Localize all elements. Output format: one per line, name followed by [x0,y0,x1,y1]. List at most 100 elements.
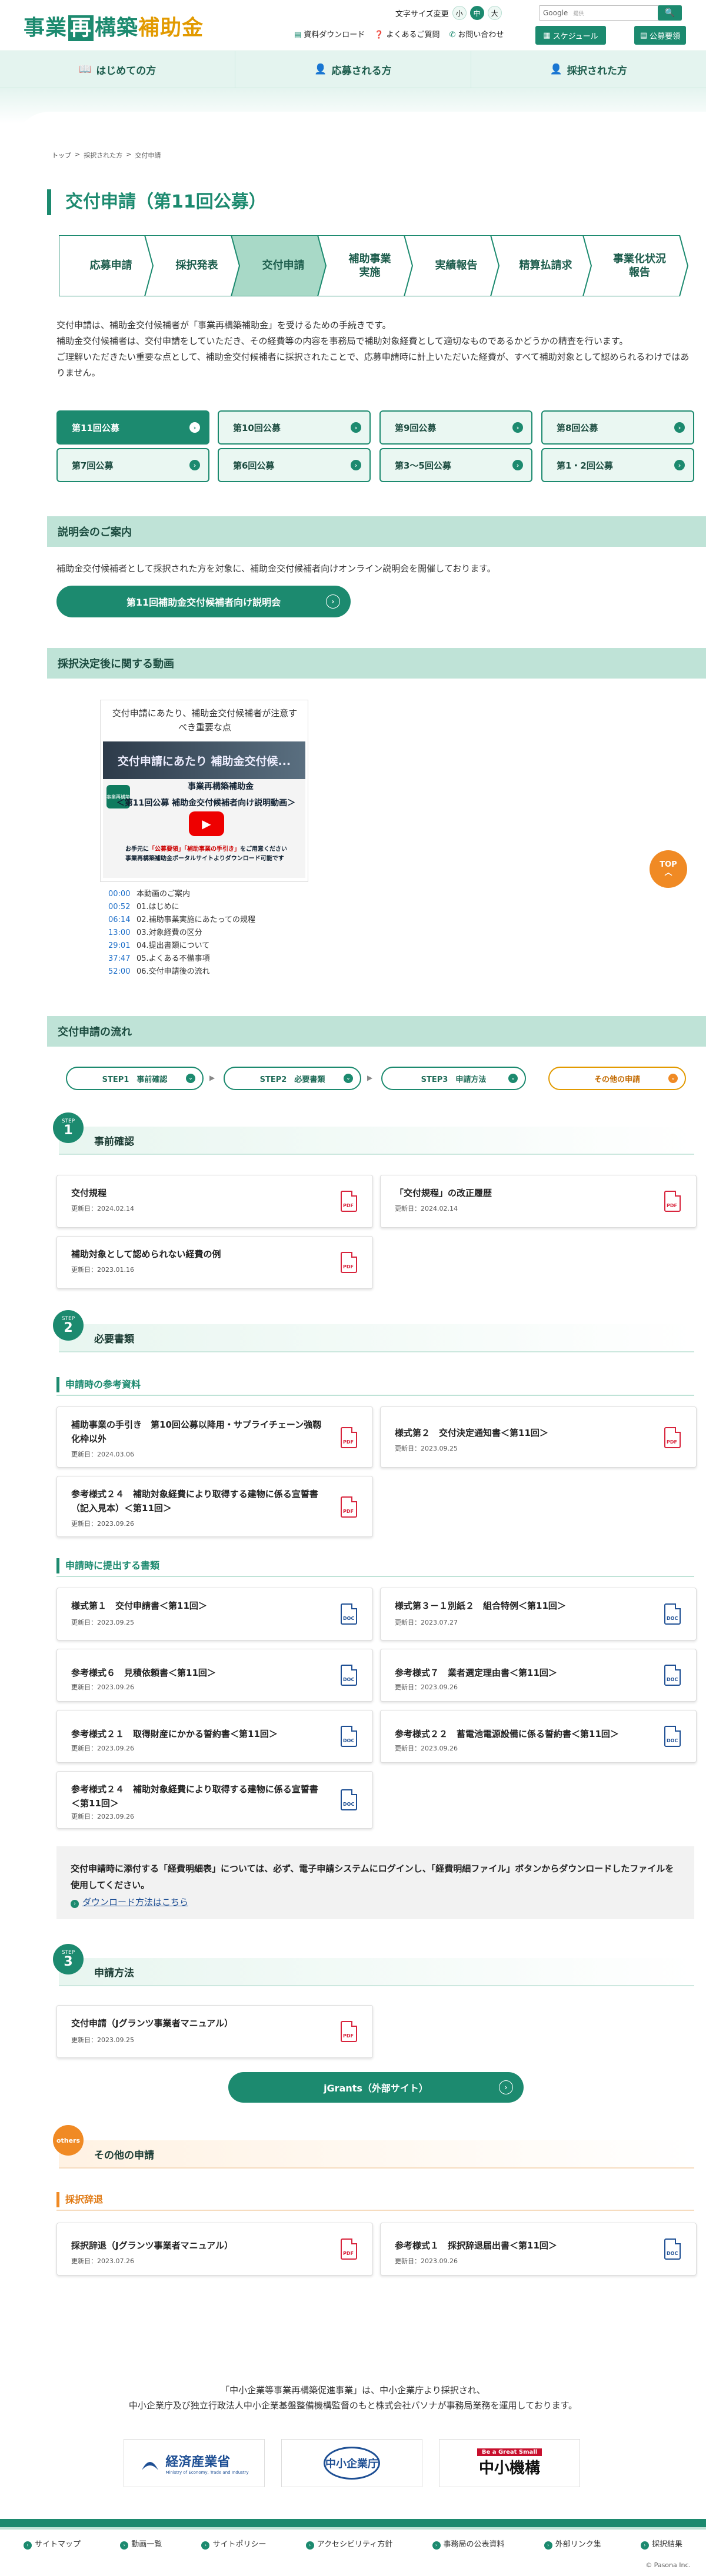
step-application[interactable]: 応募申請 [59,235,155,296]
doc-card-form3-1[interactable]: 様式第３－１別紙２ 組合特例＜第11回＞ 更新日：2023.07.27 DOC [380,1588,697,1641]
doc-date: 更新日：2024.03.06 [71,1451,134,1458]
chapter-timestamp[interactable]: 13:00 [108,927,136,940]
chapter-timestamp[interactable]: 00:52 [108,901,136,914]
schedule-button[interactable]: ▦ スケジュール [535,26,606,45]
tab-round-11[interactable]: 第11回公募 › [56,410,209,445]
smrj-tagline: Be a Great Small [477,2448,542,2456]
search-button[interactable]: 🔍 [658,5,682,21]
chevron-right-icon: › [351,422,361,433]
doc-title: 参考様式２４ 補助対象経費により取得する建物に係る宣誓書（記入見本）＜第11回＞ [71,1489,318,1513]
chapter-timestamp[interactable]: 06:14 [108,914,136,927]
footer-link-policy[interactable]: › サイトポリシー [201,2538,266,2550]
step-grant-application[interactable]: 交付申請 [231,235,328,296]
doc-card-form24-sample[interactable]: 参考様式２４ 補助対象経費により取得する建物に係る宣誓書（記入見本）＜第11回＞… [56,1476,373,1537]
video-thumbnail-top: 交付申請にあたり 補助金交付候... [103,741,305,779]
back-to-top-button[interactable]: TOP ︿ [650,850,687,888]
doc-card-guide[interactable]: 補助事業の手引き 第10回公募以降用・サプライチェーン強靱化枠以外 更新日：202… [56,1406,373,1468]
doc-card-ineligible-examples[interactable]: 補助対象として認められない経費の例 更新日：2023.01.16 PDF [56,1236,373,1289]
footer-link-videos[interactable]: › 動画一覧 [120,2538,162,2550]
video-player[interactable]: 交付申請にあたり 補助金交付候... 事業再構築 事業再構築補助金 ＜第11回公… [103,741,305,878]
smrj-logo[interactable]: Be a Great Small 中小機構 [439,2439,580,2487]
footer-link-external[interactable]: › 外部リンク集 [544,2538,601,2550]
meti-name: 経済産業省 [165,2454,231,2470]
doc-card-ref6[interactable]: 参考様式６ 見積依頼書＜第11回＞ 更新日：2023.09.26 DOC [56,1649,373,1702]
tab-round-1-2[interactable]: 第1・2回公募 › [541,448,694,482]
badge-step-number: 3 [64,1954,73,1969]
tab-round-7[interactable]: 第7回公募 › [56,448,209,482]
jgrants-button[interactable]: jGrants（外部サイト） › [228,2072,524,2103]
tab-label: 第6回公募 [233,460,275,471]
gnav-item-beginner[interactable]: 📖 はじめての方 [0,51,236,88]
doc-card-form1[interactable]: 様式第１ 交付申請書＜第11回＞ 更新日：2023.09.25 DOC [56,1588,373,1641]
download-howto-link[interactable]: › ダウンロード方法はこちら [71,1896,188,1908]
doc-card-ref24[interactable]: 参考様式２４ 補助対象経費により取得する建物に係る宣誓書＜第11回＞ 更新日：20… [56,1771,373,1829]
breadcrumb-item-top[interactable]: トップ [52,151,71,160]
doc-card-withdrawal-manual[interactable]: 採択辞退（Jグランツ事業者マニュアル） 更新日：2023.07.26 PDF [56,2223,373,2276]
chapter-timestamp[interactable]: 00:00 [108,888,136,901]
doc-icon: DOC [341,1726,357,1747]
footer-link-sitemap[interactable]: › サイトマップ [24,2538,81,2550]
tab-round-6[interactable]: 第6回公募 › [218,448,371,482]
doc-date: 更新日：2024.02.14 [395,1205,458,1212]
flow-step3-button[interactable]: STEP3 申請方法 ⌄ [381,1067,526,1090]
sme-agency-logo[interactable]: 中小企業庁 [281,2439,422,2487]
file-type-label: PDF [667,1203,677,1208]
font-size-large-button[interactable]: 大 [487,6,502,20]
step-report[interactable]: 実績報告 [404,235,501,296]
step-implementation[interactable]: 補助事業 実施 [317,235,414,296]
step1-badge: STEP 1 [53,1112,84,1143]
tab-round-3-5[interactable]: 第3〜5回公募 › [379,448,532,482]
doc-card-ref21[interactable]: 参考様式２１ 取得財産にかかる誓約書＜第11回＞ 更新日：2023.09.26 DO… [56,1710,373,1763]
header-link-contact[interactable]: ✆ お問い合わせ [449,28,504,39]
file-type-label: DOC [667,1738,678,1743]
pdf-icon: PDF [341,2238,357,2260]
chevron-down-icon: ⌄ [344,1074,353,1083]
step-settlement[interactable]: 精算払請求 [490,235,593,296]
site-logo[interactable]: 事業再構築補助金 [24,14,204,42]
chevron-right-icon: › [305,2541,314,2550]
logo-part3: 補助金 [138,16,204,40]
doc-title: 参考様式２１ 取得財産にかかる誓約書＜第11回＞ [71,1729,278,1739]
briefing-button[interactable]: 第11回補助金交付候補者向け説明会 › [56,586,351,617]
play-icon[interactable]: ▶ [189,811,224,836]
doc-card-jgrants-manual[interactable]: 交付申請（Jグランツ事業者マニュアル） 更新日：2023.09.25 PDF [56,2005,373,2058]
doc-card-form2[interactable]: 様式第２ 交付決定通知書＜第11回＞ 更新日：2023.09.25 PDF [380,1406,697,1468]
tab-round-8[interactable]: 第8回公募 › [541,410,694,445]
breadcrumb-item-adopted[interactable]: 採択された方 [84,151,122,160]
doc-card-ref22[interactable]: 参考様式２２ 蓄電池電源設備に係る誓約書＜第11回＞ 更新日：2023.09.26… [380,1710,697,1763]
header-link-faq[interactable]: ❓ よくあるご質問 [374,28,439,39]
doc-card-withdrawal-form[interactable]: 参考様式１ 採択辞退届出書＜第11回＞ 更新日：2023.09.26 DOC [380,2223,697,2276]
chapter-timestamp[interactable]: 37:47 [108,953,136,965]
chevron-right-icon: › [351,460,361,470]
back-to-top-label: TOP [660,860,677,869]
header-link-download[interactable]: ▤ 資料ダウンロード [294,28,365,39]
video-note-1: お手元に「公募要領」「補助事業の手引き」をご用意ください [125,844,287,853]
header-link-label: 資料ダウンロード [304,31,365,39]
flow-other-button[interactable]: その他の申請 ⌄ [548,1067,686,1090]
flow-step1-button[interactable]: STEP1 事前確認 ⌄ [66,1067,204,1090]
doc-title: 採択辞退（Jグランツ事業者マニュアル） [71,2240,234,2251]
tab-round-9[interactable]: 第9回公募 › [379,410,532,445]
chapter-timestamp[interactable]: 29:01 [108,940,136,953]
font-size-medium-button[interactable]: 中 [469,6,484,20]
doc-date: 更新日：2023.07.26 [71,2257,134,2265]
doc-card-ref7[interactable]: 参考様式７ 業者選定理由書＜第11回＞ 更新日：2023.09.26 DOC [380,1649,697,1702]
flow-step2-button[interactable]: STEP2 必要書類 ⌄ [224,1067,361,1090]
announce-button[interactable]: ▤ 公募要領 [634,26,686,45]
doc-card-kofu-kitei[interactable]: 交付規程 更新日：2024.02.14 PDF [56,1175,373,1228]
footer-link-public-docs[interactable]: › 事務局の公表資料 [432,2538,505,2550]
footer-link-accessibility[interactable]: › アクセシビリティ方針 [305,2538,392,2550]
logo-part1: 事業 [24,16,68,40]
meti-logo[interactable]: 経済産業省 Ministry of Economy, Trade and Indu… [124,2439,265,2487]
gnav-item-applicant[interactable]: 👤 応募される方 [235,51,471,88]
footer-link-results[interactable]: › 採択結果 [640,2538,682,2550]
tab-round-10[interactable]: 第10回公募 › [218,410,371,445]
font-size-small-button[interactable]: 小 [452,6,467,20]
step-adoption[interactable]: 採択発表 [144,235,241,296]
gnav-item-adopted[interactable]: 👤 採択された方 [471,51,706,88]
chapter-timestamp[interactable]: 52:00 [108,965,136,978]
phone-icon: ✆ [449,31,456,39]
file-type-label: DOC [667,1616,678,1621]
step-commercialization[interactable]: 事業化状況 報告 [582,235,688,296]
doc-card-kitei-history[interactable]: 「交付規程」の改正履歴 更新日：2024.02.14 PDF [380,1175,697,1228]
